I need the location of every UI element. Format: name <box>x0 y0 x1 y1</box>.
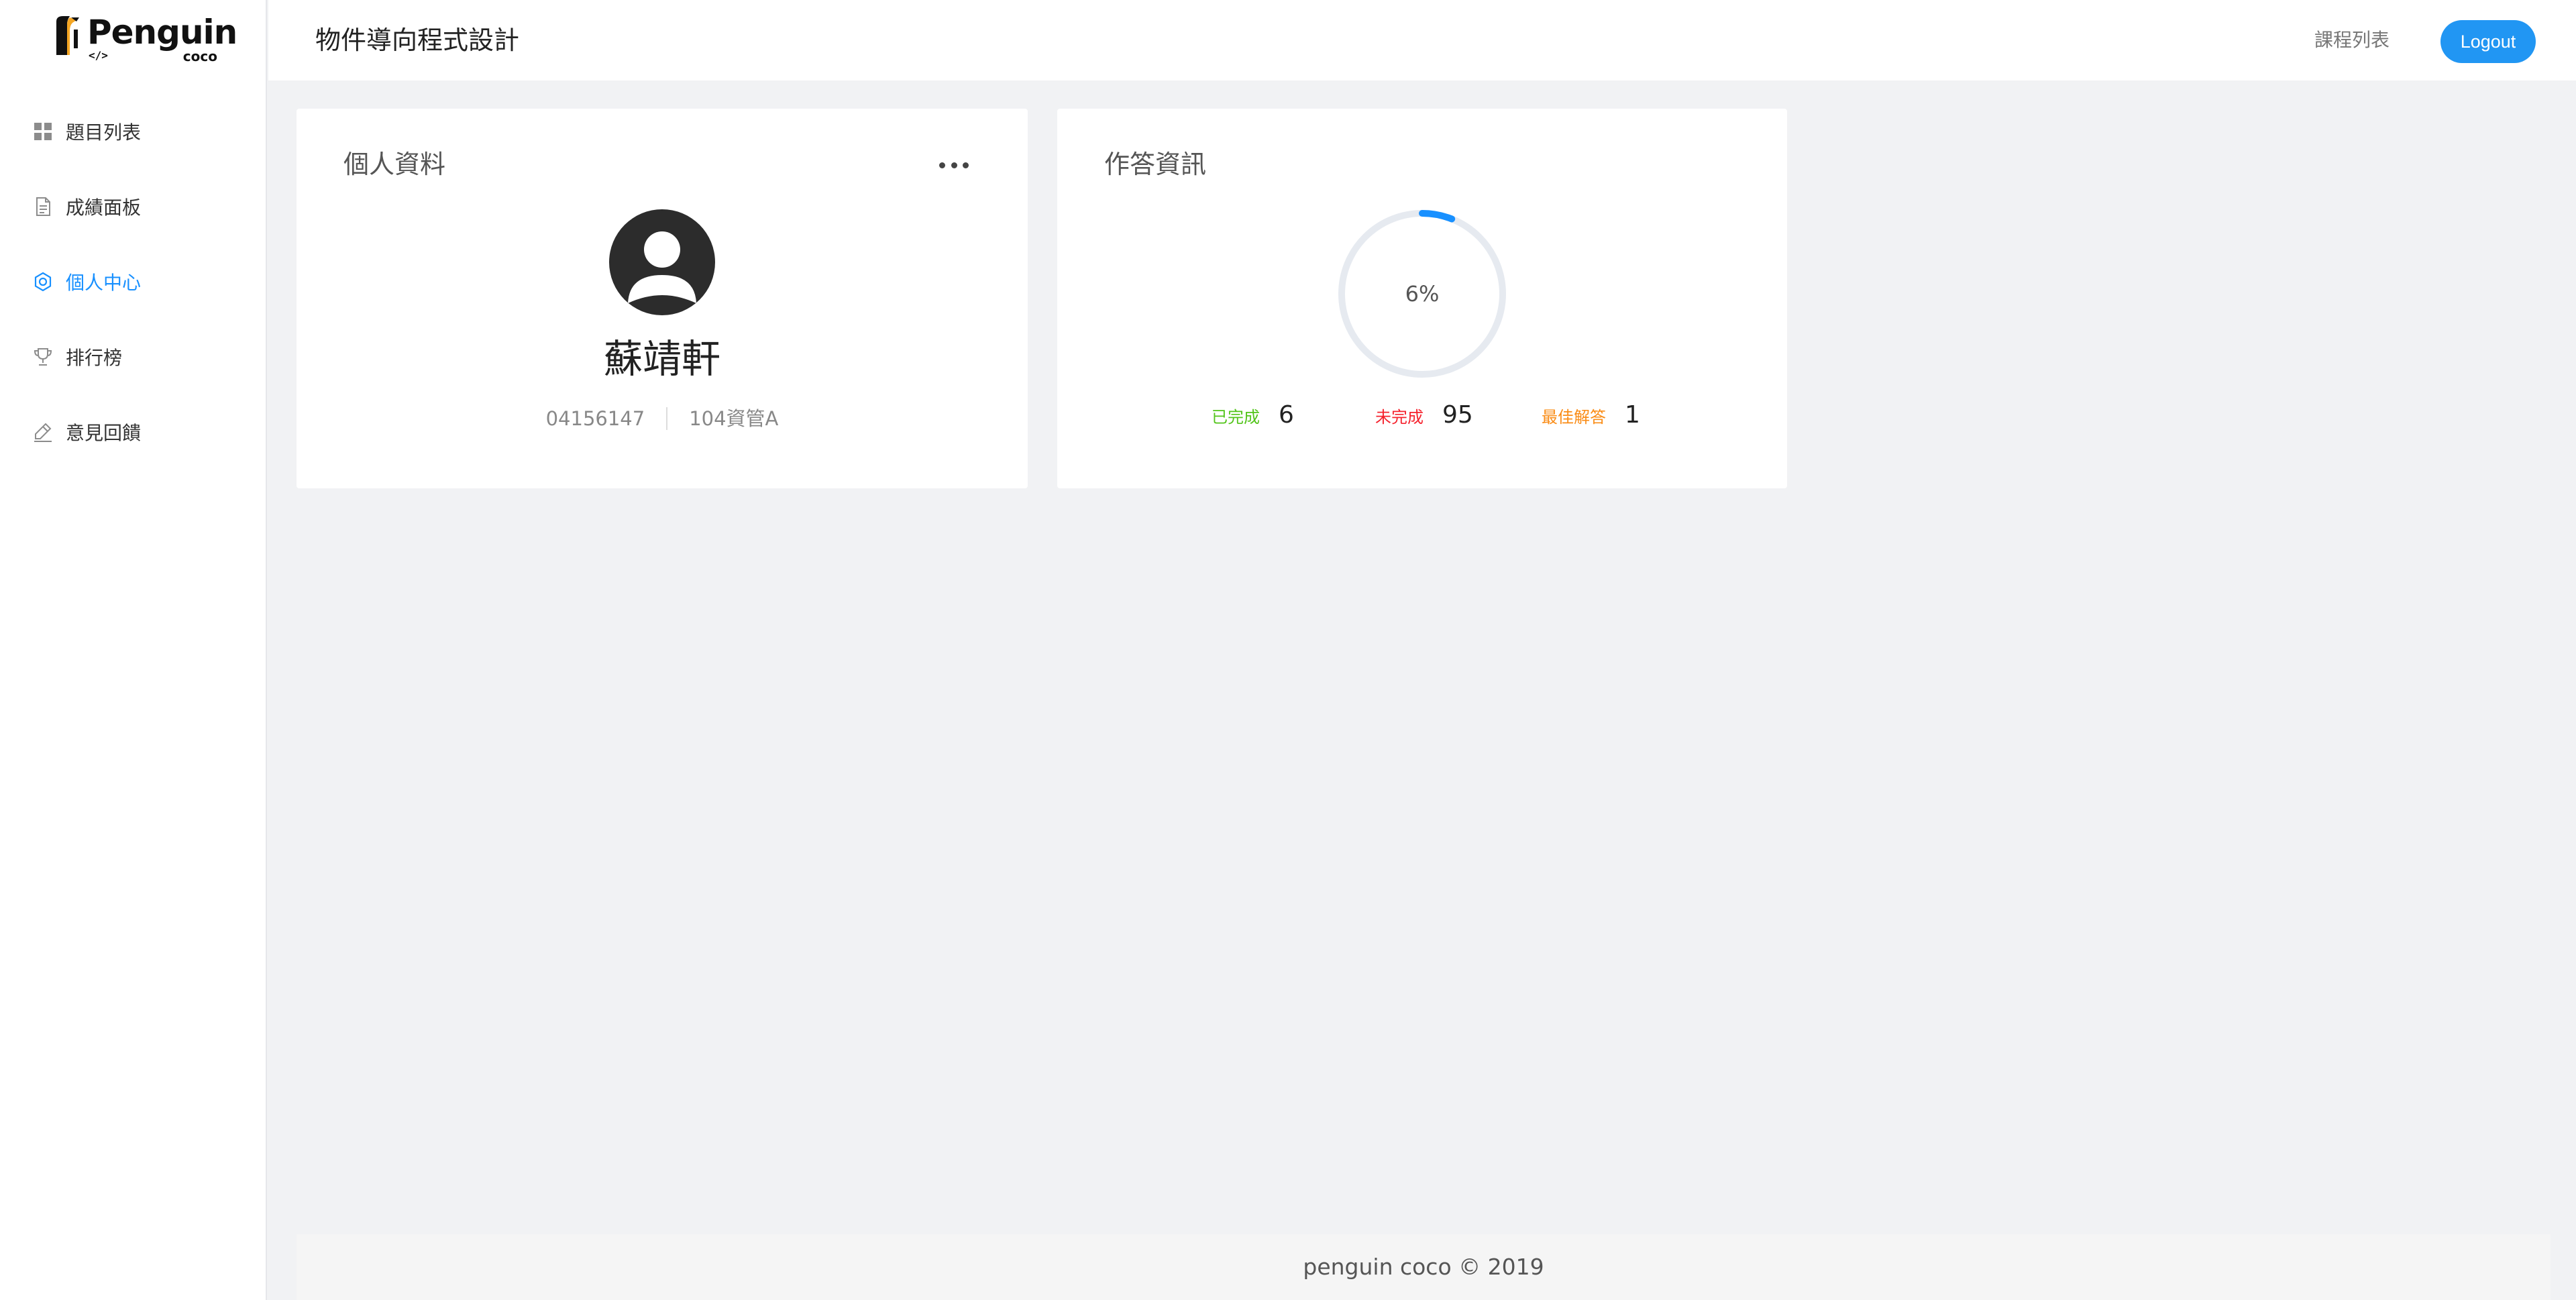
sidebar-item-personal-center[interactable]: 個人中心 <box>0 244 266 319</box>
page-title: 物件導向程式設計 <box>315 25 520 55</box>
class-name: 104資管A <box>689 407 779 430</box>
user-meta: 04156147 104資管A <box>297 405 1028 432</box>
answer-info-card: 作答資訊 6% 已完成 6 未完成 95 最佳解答 1 <box>1057 109 1787 488</box>
incomplete-label: 未完成 <box>1375 408 1424 427</box>
completed-label: 已完成 <box>1212 408 1260 427</box>
progress-percent: 6% <box>1405 281 1440 307</box>
sidebar-item-label: 排行榜 <box>66 347 123 369</box>
profile-card-title: 個人資料 <box>343 150 446 179</box>
sidebar: Penguin </> coco 題目列表 成績面板 個人中心 排行榜 意見回饋 <box>0 0 267 1300</box>
trophy-icon <box>32 346 54 368</box>
incomplete-stat: 未完成 95 <box>1375 401 1473 429</box>
grid-icon <box>32 121 54 142</box>
logo-code-glyph: </> <box>89 49 108 62</box>
sidebar-item-leaderboard[interactable]: 排行榜 <box>0 319 266 394</box>
best-answer-label: 最佳解答 <box>1542 408 1606 427</box>
user-name: 蘇靖軒 <box>603 336 720 382</box>
more-options-icon[interactable] <box>939 160 969 170</box>
sidebar-item-label: 成績面板 <box>66 197 142 219</box>
penguin-logo-icon <box>50 15 82 58</box>
logo-text: Penguin </> coco <box>87 12 237 64</box>
meta-divider <box>666 407 668 430</box>
logo-word: Penguin <box>87 13 237 52</box>
logout-button[interactable]: Logout <box>2440 20 2536 63</box>
completed-stat: 已完成 6 <box>1212 401 1294 429</box>
edit-icon <box>32 421 54 443</box>
answer-card-title: 作答資訊 <box>1104 150 1207 179</box>
sidebar-item-label: 個人中心 <box>66 272 142 294</box>
best-answer-stat: 最佳解答 1 <box>1542 401 1640 429</box>
sidebar-nav: 題目列表 成績面板 個人中心 排行榜 意見回饋 <box>0 94 266 470</box>
app-logo[interactable]: Penguin </> coco <box>50 12 237 64</box>
profile-card: 個人資料 蘇靖軒 04156147 104資管A <box>297 109 1028 488</box>
sidebar-item-label: 題目列表 <box>66 121 142 144</box>
course-list-link[interactable]: 課程列表 <box>2314 0 2390 80</box>
avatar <box>609 209 715 315</box>
document-icon <box>32 196 54 217</box>
sidebar-item-label: 意見回饋 <box>66 422 142 444</box>
completed-value: 6 <box>1279 401 1294 429</box>
sidebar-item-grade-panel[interactable]: 成績面板 <box>0 169 266 244</box>
top-header: 物件導向程式設計 課程列表 Logout <box>268 0 2576 80</box>
student-id: 04156147 <box>545 407 645 430</box>
sidebar-item-feedback[interactable]: 意見回饋 <box>0 394 266 470</box>
sidebar-item-problem-list[interactable]: 題目列表 <box>0 94 266 169</box>
footer: penguin coco © 2019 <box>297 1234 2551 1300</box>
logo-sub: coco <box>182 48 217 64</box>
incomplete-value: 95 <box>1442 401 1473 429</box>
best-answer-value: 1 <box>1625 401 1640 429</box>
gear-icon <box>32 271 54 292</box>
